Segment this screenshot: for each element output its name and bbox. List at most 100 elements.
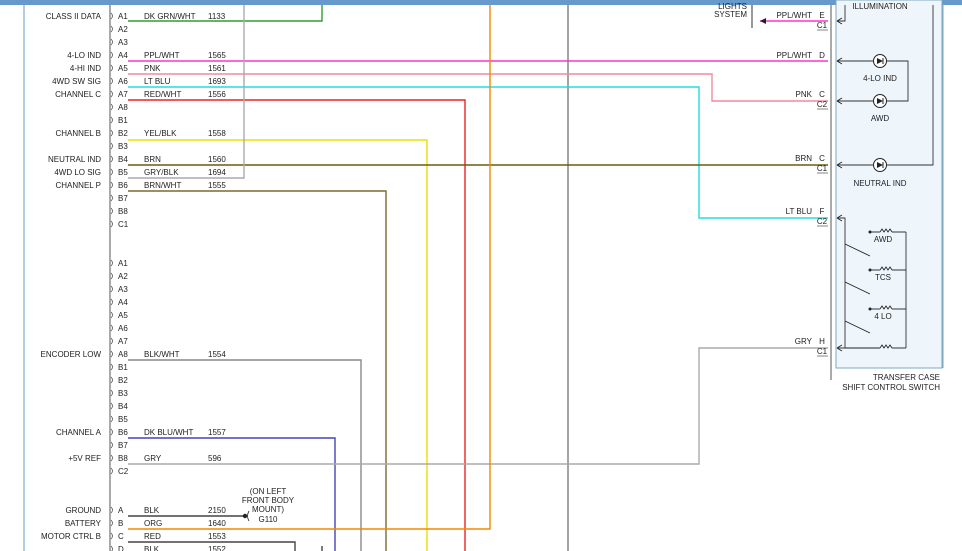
pin-number: A3 (118, 38, 128, 47)
pin-terminal (110, 441, 113, 449)
switch-pin-letter: H (819, 337, 825, 346)
indicator-label-neutral: NEUTRAL IND (853, 179, 906, 188)
circuit-number: 1552 (208, 545, 226, 551)
circuit-number: 1556 (208, 90, 226, 99)
pin-terminal (110, 25, 113, 33)
pin-terminal (110, 311, 113, 319)
pin-terminal (110, 194, 113, 202)
lights-system-label: SYSTEM (714, 10, 747, 19)
switch-connector-label: C1 (817, 21, 828, 30)
circuit-number: 1555 (208, 181, 226, 190)
pin-terminal (110, 129, 113, 137)
pin-terminal (110, 415, 113, 423)
pin-number: A5 (118, 64, 128, 73)
pin-number: D (118, 545, 124, 551)
pin-number: A8 (118, 103, 128, 112)
pin-terminal (110, 142, 113, 150)
pin-terminal (110, 285, 113, 293)
pin-terminal (110, 467, 113, 475)
pin-terminal (110, 428, 113, 436)
pin-label: CHANNEL A (56, 428, 102, 437)
wire-color-label: GRY (144, 454, 162, 463)
illumination-label: ILLUMINATION (852, 2, 908, 11)
pin-terminal (110, 363, 113, 371)
switch-wire-label: BRN (795, 154, 812, 163)
circuit-number: 596 (208, 454, 222, 463)
pin-label: ENCODER LOW (41, 350, 102, 359)
indicator-label-awd: AWD (871, 114, 890, 123)
pin-number: A (118, 506, 124, 515)
switch-connector-label: C1 (817, 347, 828, 356)
pin-number: B (118, 519, 123, 528)
pin-number: A2 (118, 272, 128, 281)
wire-gry-5v-ref (128, 347, 828, 465)
pin-number: A6 (118, 77, 128, 86)
pin-number: A6 (118, 324, 128, 333)
pin-number: B7 (118, 194, 128, 203)
pin-label: 4-HI IND (70, 64, 101, 73)
pin-label: 4WD SW SIG (52, 77, 101, 86)
wire-color-label: LT BLU (144, 77, 171, 86)
pin-number: A4 (118, 298, 128, 307)
pin-terminal (110, 259, 113, 267)
wire-color-label: RED (144, 532, 161, 541)
circuit-number: 1558 (208, 129, 226, 138)
pin-number: C1 (118, 220, 129, 229)
ground-note: (ON LEFT (250, 487, 287, 496)
pin-label: MOTOR CTRL B (41, 532, 101, 541)
switch-pin-letter: F (820, 207, 825, 216)
switch-wire-label: PPL/WHT (776, 51, 812, 60)
switch-title: SHIFT CONTROL SWITCH (842, 383, 940, 392)
wire-color-label: GRY/BLK (144, 168, 179, 177)
switch-wire-label: PPL/WHT (776, 11, 812, 20)
pin-terminal (110, 155, 113, 163)
circuit-number: 1553 (208, 532, 226, 541)
pin-label: GROUND (65, 506, 101, 515)
pin-number: B6 (118, 181, 128, 190)
pin-terminal (110, 389, 113, 397)
pin-number: B2 (118, 376, 128, 385)
pin-label: NEUTRAL IND (48, 155, 101, 164)
pin-number: A1 (118, 12, 128, 21)
pin-terminal (110, 77, 113, 85)
arrow-head (760, 18, 766, 24)
switch-pin-letter: D (819, 51, 825, 60)
pin-number: B7 (118, 441, 128, 450)
pin-terminal (110, 12, 113, 20)
circuit-number: 1133 (208, 12, 226, 21)
pin-terminal (110, 376, 113, 384)
wire-color-label: YEL/BLK (144, 129, 177, 138)
switch-position-label: 4 LO (874, 312, 891, 321)
pin-label: CHANNEL C (55, 90, 101, 99)
switch-wire-label: PNK (796, 90, 813, 99)
pin-terminal (110, 402, 113, 410)
circuit-number: 1560 (208, 155, 226, 164)
switch-position-label: AWD (874, 235, 893, 244)
pin-number: B8 (118, 207, 128, 216)
pin-terminal (110, 337, 113, 345)
pin-number: B4 (118, 155, 128, 164)
ground-note: FRONT BODY (242, 496, 295, 505)
circuit-number: 1694 (208, 168, 226, 177)
wire-lt-blu-4wd (128, 86, 828, 219)
pin-label: CHANNEL P (56, 181, 102, 190)
circuit-number: 1554 (208, 350, 226, 359)
pin-number: B2 (118, 129, 128, 138)
pin-label: BATTERY (65, 519, 102, 528)
pin-terminal (110, 532, 113, 540)
wire-color-label: BRN/WHT (144, 181, 181, 190)
pin-number: B3 (118, 142, 128, 151)
pin-terminal (110, 207, 113, 215)
pin-number: A1 (118, 259, 128, 268)
pin-number: C2 (118, 467, 129, 476)
wire-color-label: ORG (144, 519, 162, 528)
pin-number: B5 (118, 415, 128, 424)
circuit-number: 1557 (208, 428, 226, 437)
circuit-number: 1561 (208, 64, 226, 73)
switch-position-label: TCS (875, 273, 891, 282)
pin-number: A8 (118, 350, 128, 359)
pin-number: A7 (118, 90, 128, 99)
pin-terminal (110, 519, 113, 527)
pin-number: B4 (118, 402, 128, 411)
switch-connector-label: C2 (817, 217, 828, 226)
